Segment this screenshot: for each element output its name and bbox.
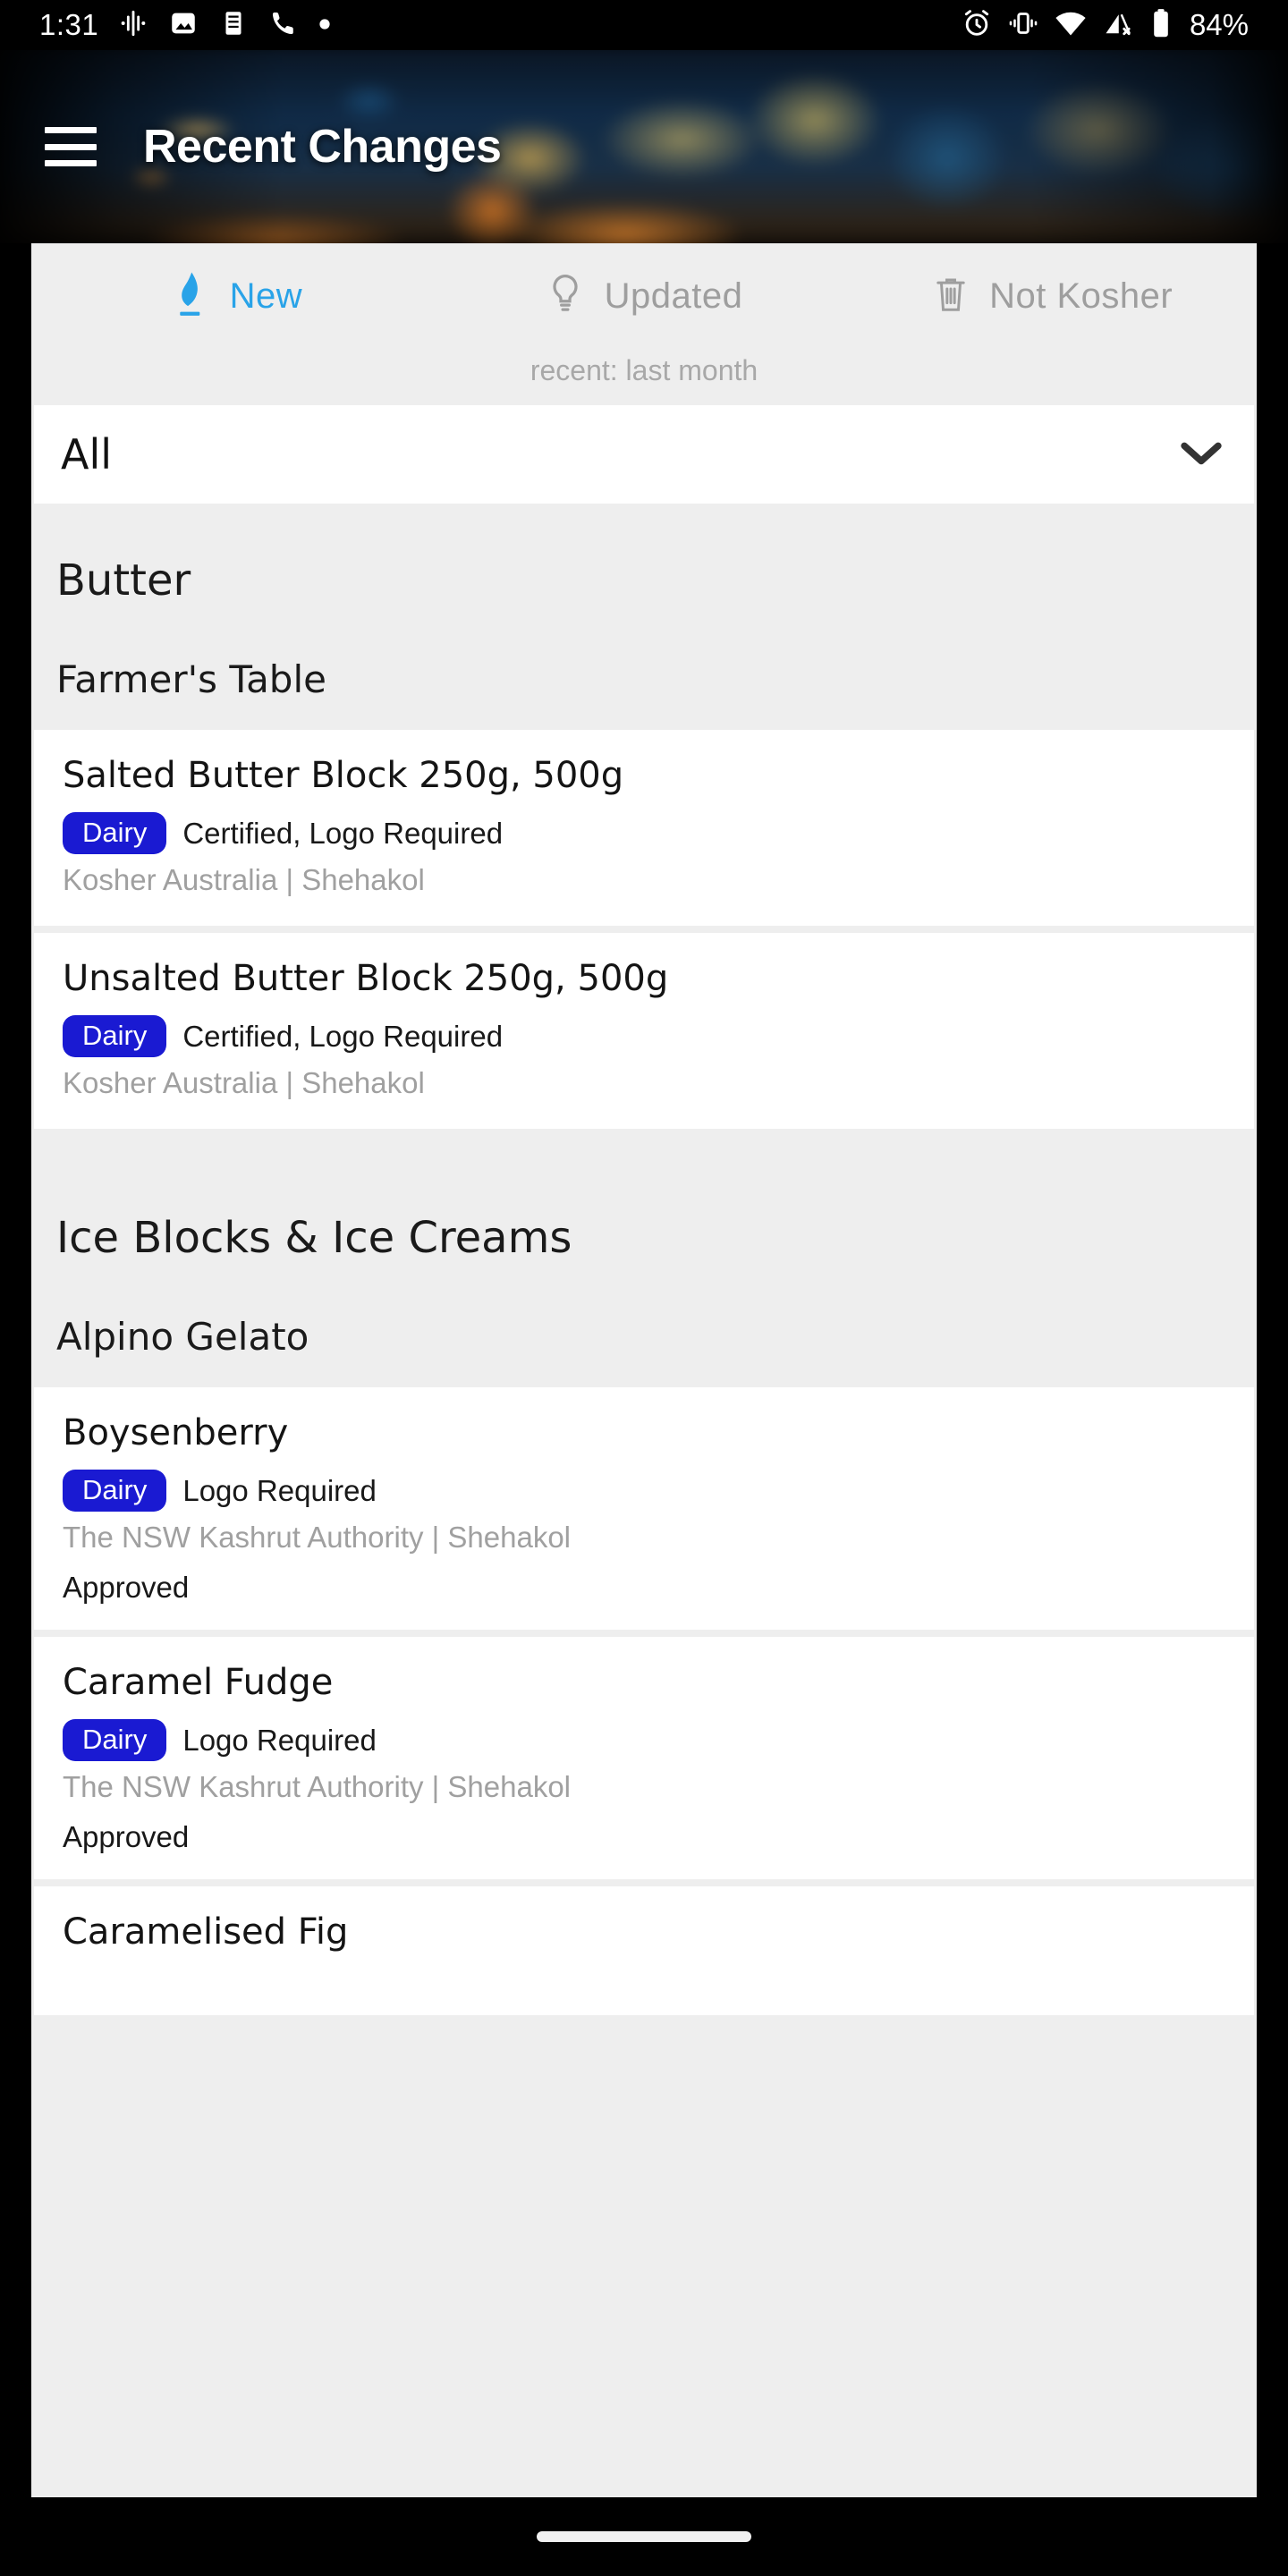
category-title: Ice Blocks & Ice Creams xyxy=(56,1213,572,1263)
status-badge: Dairy xyxy=(63,1719,167,1761)
image-icon xyxy=(168,8,199,42)
category-title: Butter xyxy=(56,555,191,606)
status-bar: 1:31 84% xyxy=(0,0,1288,50)
list-document-icon xyxy=(218,8,249,42)
product-authority: Kosher Australia | Shehakol xyxy=(63,863,425,896)
flame-icon xyxy=(169,270,210,322)
tab-new[interactable]: New xyxy=(31,243,440,349)
product-card[interactable]: Unsalted Butter Block 250g, 500g Dairy C… xyxy=(34,933,1254,1129)
tab-updated-label: Updated xyxy=(604,275,743,316)
brand-title: Farmer's Table xyxy=(56,657,326,701)
product-name: Caramelised Fig xyxy=(63,1911,349,1953)
status-badge: Dairy xyxy=(63,1470,167,1512)
content-panel: New Updated Not Kosher recent: last mont… xyxy=(31,243,1257,2497)
status-badge: Dairy xyxy=(63,1015,167,1057)
app-bar: Recent Changes xyxy=(0,50,1288,243)
section-ice-blocks-ice-creams: Ice Blocks & Ice Creams Alpino Gelato Bo… xyxy=(31,1161,1257,2015)
wifi-icon xyxy=(1054,6,1088,44)
product-authority: The NSW Kashrut Authority | Shehakol xyxy=(63,1770,572,1803)
status-badge: Dairy xyxy=(63,812,167,854)
hamburger-menu-icon[interactable] xyxy=(45,127,97,166)
tab-updated[interactable]: Updated xyxy=(440,243,849,349)
product-card[interactable]: Boysenberry Dairy Logo Required The NSW … xyxy=(34,1387,1254,1630)
alarm-icon xyxy=(961,7,993,43)
status-bar-left-group: 1:31 xyxy=(39,8,331,42)
trash-icon xyxy=(932,273,970,319)
product-card[interactable]: Salted Butter Block 250g, 500g Dairy Cer… xyxy=(34,730,1254,926)
tab-bar: New Updated Not Kosher xyxy=(31,243,1257,349)
product-card[interactable]: Caramelised Fig xyxy=(34,1886,1254,2015)
tab-not-kosher-label: Not Kosher xyxy=(989,275,1174,316)
product-badge-row: Dairy Certified, Logo Required xyxy=(63,812,1224,854)
phone-screen: 1:31 84% Recent Changes New Updated Not … xyxy=(0,0,1288,2576)
vibrate-icon xyxy=(1007,7,1039,43)
battery-percentage: 84% xyxy=(1189,8,1249,41)
mobile-signal-off-icon xyxy=(1102,7,1134,43)
tab-new-label: New xyxy=(229,275,303,316)
product-authority: The NSW Kashrut Authority | Shehakol xyxy=(63,1521,572,1554)
product-card[interactable]: Caramel Fudge Dairy Logo Required The NS… xyxy=(34,1637,1254,1879)
battery-icon xyxy=(1148,7,1174,43)
section-butter: Butter Farmer's Table Salted Butter Bloc… xyxy=(31,504,1257,1129)
product-badge-row: Dairy Logo Required xyxy=(63,1719,1224,1761)
chevron-down-icon[interactable] xyxy=(1177,437,1225,471)
category-filter-dropdown[interactable]: All xyxy=(34,405,1254,504)
status-bar-clock: 1:31 xyxy=(39,8,99,41)
dot-icon xyxy=(318,17,331,34)
tab-not-kosher[interactable]: Not Kosher xyxy=(848,243,1257,349)
product-name: Caramel Fudge xyxy=(63,1662,334,1703)
product-authority: Kosher Australia | Shehakol xyxy=(63,1066,425,1099)
navigation-gesture-bar xyxy=(0,2497,1288,2576)
category-filter-value: All xyxy=(61,430,113,479)
product-name: Unsalted Butter Block 250g, 500g xyxy=(63,958,669,999)
brand-title: Alpino Gelato xyxy=(56,1315,309,1359)
page-title: Recent Changes xyxy=(143,121,502,173)
product-approval-status: Approved xyxy=(63,1820,190,1853)
product-certification: Logo Required xyxy=(182,1473,377,1507)
product-certification: Certified, Logo Required xyxy=(182,816,504,850)
product-badge-row: Dairy Logo Required xyxy=(63,1470,1224,1512)
product-certification: Certified, Logo Required xyxy=(182,1019,504,1053)
product-name: Boysenberry xyxy=(63,1412,289,1453)
lightbulb-icon xyxy=(546,272,585,320)
product-certification: Logo Required xyxy=(182,1723,377,1757)
product-approval-status: Approved xyxy=(63,1571,190,1604)
music-waveform-icon xyxy=(118,8,148,42)
status-bar-right-group: 84% xyxy=(961,6,1249,44)
product-name: Salted Butter Block 250g, 500g xyxy=(63,755,624,796)
phone-icon xyxy=(268,8,299,42)
recent-range-label: recent: last month xyxy=(530,354,758,386)
product-badge-row: Dairy Certified, Logo Required xyxy=(63,1015,1224,1057)
gesture-home-pill[interactable] xyxy=(537,2531,751,2542)
